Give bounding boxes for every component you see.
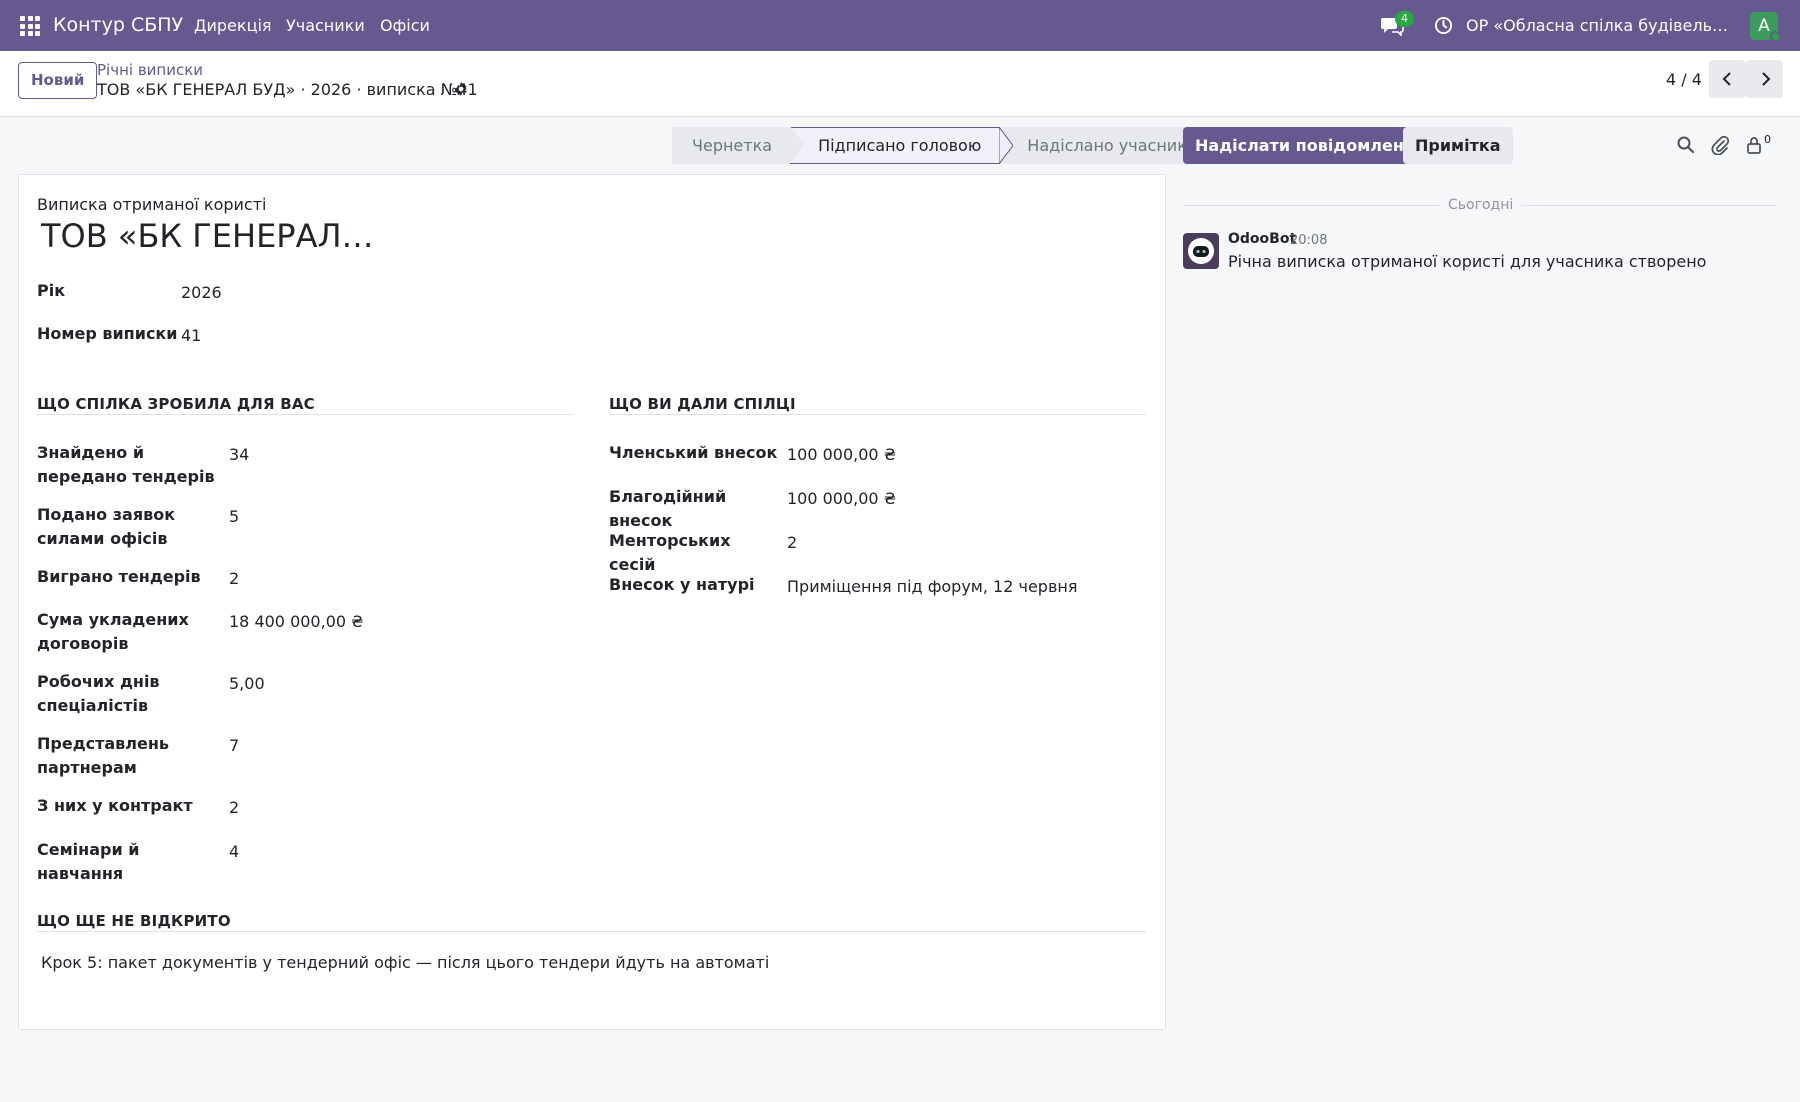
section-title-not-opened: ЩО ЩЕ НЕ ВІДКРИТО	[37, 912, 231, 930]
not-opened-text[interactable]: Крок 5: пакет документів у тендерний офі…	[41, 953, 769, 972]
message-time: 20:08	[1290, 233, 1328, 248]
pager-next-button[interactable]	[1746, 60, 1783, 98]
stage-label: Надіслано учаснику	[1027, 136, 1197, 155]
message-author[interactable]: OdooBot	[1228, 231, 1296, 247]
robot-icon	[1188, 238, 1214, 264]
gear-icon[interactable]	[453, 81, 469, 97]
field-value[interactable]: Приміщення під форум, 12 червня	[787, 575, 1077, 599]
odoobot-avatar[interactable]	[1183, 233, 1219, 269]
stage-draft[interactable]: Чернетка	[672, 126, 805, 164]
breadcrumb-current: ТОВ «БК ГЕНЕРАЛ БУД» · 2026 · виписка №4…	[97, 80, 478, 99]
field-label: Знайдено й передано тендерів	[37, 443, 215, 486]
field-value[interactable]: 7	[229, 734, 239, 758]
field-label: Робочих днів спеціалістів	[37, 672, 160, 715]
number-value[interactable]: 41	[181, 324, 201, 348]
online-status-dot	[1770, 31, 1781, 42]
stage-arrow-icon	[999, 127, 1014, 164]
app-brand[interactable]: Контур СБПУ	[53, 14, 183, 36]
section-title-you-gave: ЩО ВИ ДАЛИ СПІЛЦІ	[609, 395, 796, 413]
field-label: Подано заявок силами офісів	[37, 505, 176, 548]
field-label: Менторських сесій	[609, 531, 731, 574]
new-record-button[interactable]: Новий	[18, 62, 98, 99]
field-label: Благодійний внесок	[609, 487, 727, 530]
year-value[interactable]: 2026	[181, 281, 222, 305]
menu-item-directorate[interactable]: Дирекція	[194, 16, 272, 35]
record-title[interactable]: ТОВ «БК ГЕНЕРАЛ БУД»	[41, 217, 381, 255]
stage-label: Чернетка	[692, 136, 773, 155]
field-label: Представлень партнерам	[37, 734, 170, 777]
year-label: Рік	[37, 281, 66, 300]
field-value[interactable]: 34	[229, 443, 249, 467]
activity-clock-icon[interactable]	[1434, 16, 1453, 35]
message-body: Річна виписка отриманої користі для учас…	[1228, 252, 1707, 271]
followers-lock-icon[interactable]	[1744, 135, 1764, 155]
stage-arrow-icon	[790, 126, 805, 163]
chat-count-badge: 4	[1395, 11, 1414, 27]
field-value[interactable]: 100 000,00 ₴	[787, 443, 896, 467]
field-label: Виграно тендерів	[37, 567, 201, 586]
section-divider	[37, 931, 1146, 932]
field-value[interactable]: 2	[229, 567, 239, 591]
pager-previous-button[interactable]	[1709, 60, 1746, 98]
top-navbar: Контур СБПУ Дирекція Учасники Офіси 4 ОР…	[0, 0, 1800, 51]
number-label: Номер виписки	[37, 324, 178, 343]
paperclip-icon[interactable]	[1710, 135, 1730, 155]
search-icon[interactable]	[1676, 135, 1696, 155]
send-message-button[interactable]: Надіслати повідомлення	[1183, 127, 1438, 164]
section-title-union-did: ЩО СПІЛКА ЗРОБИЛА ДЛЯ ВАС	[37, 395, 315, 413]
section-divider	[609, 414, 1146, 415]
field-label: Внесок у натурі	[609, 575, 755, 594]
stage-signed[interactable]: Підписано головою	[790, 127, 1014, 164]
log-note-button[interactable]: Примітка	[1403, 127, 1513, 164]
field-value[interactable]: 5,00	[229, 672, 265, 696]
chevron-right-icon	[1762, 72, 1771, 86]
apps-menu-icon[interactable]	[20, 16, 40, 36]
field-value[interactable]: 18 400 000,00 ₴	[229, 610, 364, 634]
field-label: Членський внесок	[609, 443, 778, 462]
field-value[interactable]: 5	[229, 505, 239, 529]
company-switcher[interactable]: ОР «Обласна спілка будівельників»	[1466, 16, 1736, 35]
document-type-label: Виписка отриманої користі	[37, 195, 267, 214]
section-divider	[37, 414, 573, 415]
field-value[interactable]: 2	[229, 796, 239, 820]
field-value[interactable]: 100 000,00 ₴	[787, 487, 896, 511]
field-value[interactable]: 2	[787, 531, 797, 555]
field-value[interactable]: 4	[229, 840, 239, 864]
field-label: Семінари й навчання	[37, 840, 140, 883]
menu-item-members[interactable]: Учасники	[286, 16, 365, 35]
field-label: Сума укладених договорів	[37, 610, 189, 653]
pager-value[interactable]: 4 / 4	[1666, 70, 1702, 89]
date-separator-label: Сьогодні	[1440, 197, 1522, 213]
menu-item-offices[interactable]: Офіси	[380, 16, 430, 35]
status-bar: Чернетка Підписано головою Надіслано уча…	[672, 126, 1215, 164]
stage-label: Підписано головою	[818, 136, 982, 155]
field-label: З них у контракт	[37, 796, 193, 815]
chevron-left-icon	[1722, 72, 1731, 86]
breadcrumb-parent-link[interactable]: Річні виписки	[97, 61, 203, 79]
followers-count: 0	[1764, 133, 1771, 146]
